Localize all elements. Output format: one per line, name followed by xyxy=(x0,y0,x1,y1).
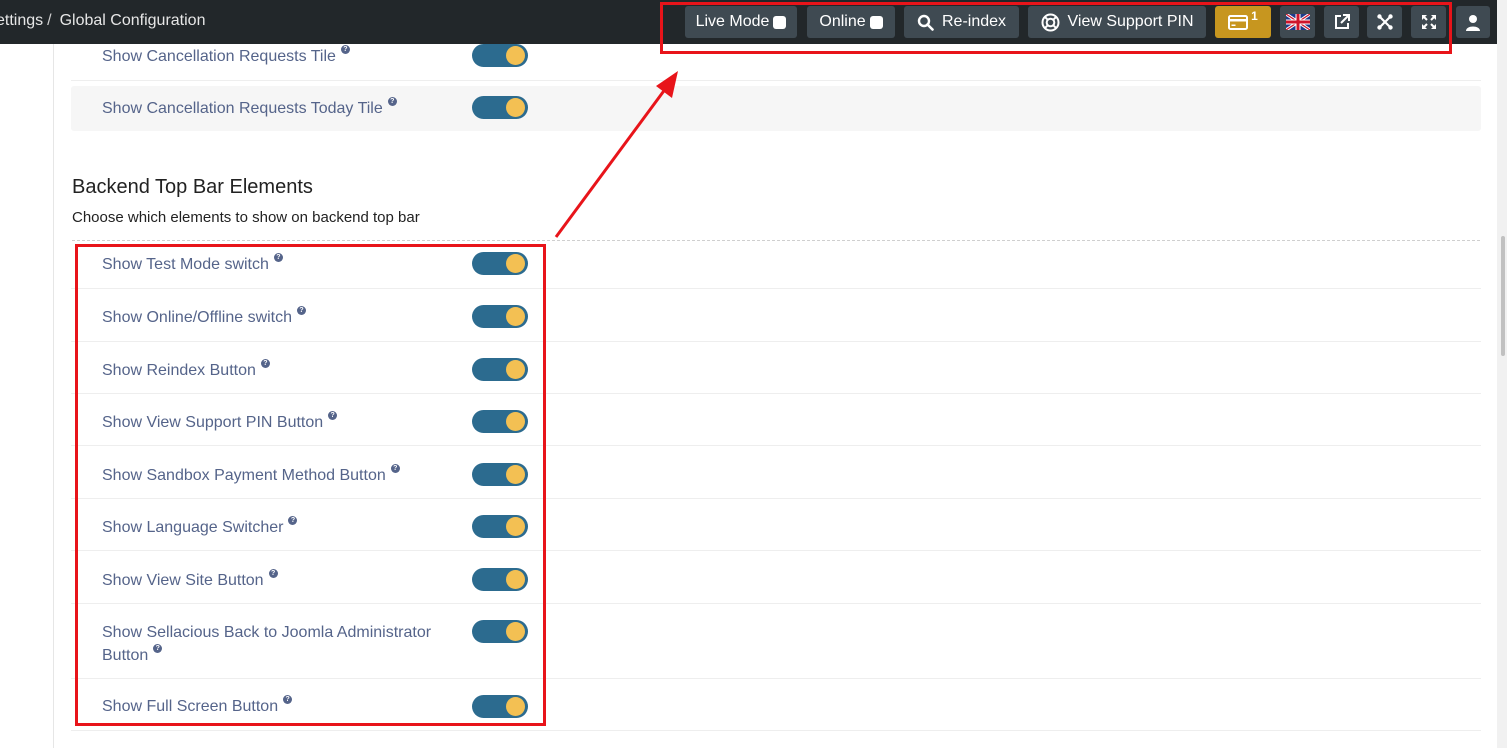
annotation-arrow xyxy=(554,71,678,238)
